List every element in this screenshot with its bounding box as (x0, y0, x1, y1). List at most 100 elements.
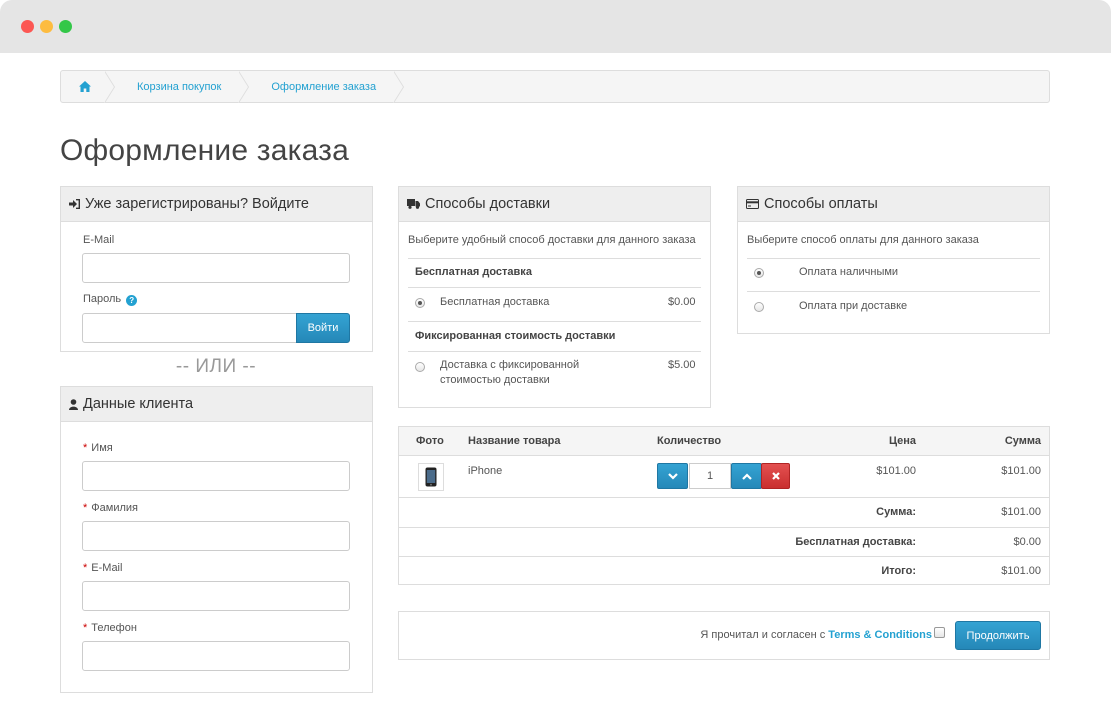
required-mark: * (83, 502, 88, 514)
payment-panel-header: Способы оплаты (738, 187, 1049, 222)
minimize-window-button[interactable] (40, 20, 53, 33)
shipping-description: Выберите удобный способ доставки для дан… (408, 234, 696, 246)
login-password-label: Пароль ? (83, 293, 138, 306)
page-title: Оформление заказа (60, 134, 349, 167)
login-email-input[interactable] (82, 253, 350, 283)
quantity-input[interactable]: 1 (689, 463, 731, 489)
divider (747, 291, 1040, 292)
payment-cod-radio[interactable] (754, 302, 764, 312)
last-name-label-text: Фамилия (91, 502, 138, 514)
col-total: Сумма (1004, 435, 1041, 447)
login-panel-header: Уже зарегистрированы? Войдите (61, 187, 372, 222)
login-panel-title: Уже зарегистрированы? Войдите (85, 196, 309, 212)
required-mark: * (83, 442, 88, 454)
window-titlebar (0, 0, 1111, 53)
item-total: $101.00 (1001, 465, 1041, 477)
login-password-label-text: Пароль (83, 293, 122, 305)
divider (399, 527, 1049, 528)
question-circle-icon[interactable]: ? (126, 295, 138, 306)
payment-panel: Способы оплаты Выберите способ оплаты дл… (737, 186, 1050, 334)
close-window-button[interactable] (21, 20, 34, 33)
phone-icon (425, 467, 437, 487)
home-icon (79, 81, 91, 92)
grand-total-value: $101.00 (1001, 565, 1041, 577)
shipping-group-flat: Фиксированная стоимость доставки (415, 330, 616, 342)
shipping-total-label: Бесплатная доставка: (795, 536, 916, 548)
subtotal-value: $101.00 (1001, 506, 1041, 518)
shipping-flat-option-line1: Доставка с фиксированной (440, 359, 580, 371)
shipping-free-price: $0.00 (668, 296, 696, 308)
divider (408, 258, 701, 259)
breadcrumb-home[interactable] (61, 71, 115, 103)
col-name: Название товара (468, 435, 561, 447)
shipping-total-value: $0.00 (1013, 536, 1041, 548)
terms-checkbox[interactable] (934, 627, 945, 638)
first-name-input[interactable] (82, 461, 350, 491)
first-name-label-text: Имя (91, 442, 113, 454)
shipping-flat-option-line2: стоимостью доставки (440, 374, 550, 386)
required-mark: * (83, 622, 88, 634)
product-thumbnail[interactable] (418, 463, 444, 491)
breadcrumb: Корзина покупок Оформление заказа (60, 70, 1050, 103)
customer-panel-header: Данные клиента (61, 387, 372, 422)
divider (747, 258, 1040, 259)
payment-description: Выберите способ оплаты для данного заказ… (747, 234, 979, 246)
remove-item-button[interactable] (761, 463, 790, 489)
payment-cash-radio[interactable] (754, 268, 764, 278)
sign-in-icon (69, 199, 80, 209)
shipping-panel: Способы доставки Выберите удобный способ… (398, 186, 711, 408)
shipping-group-free: Бесплатная доставка (415, 266, 532, 278)
continue-button[interactable]: Продолжить (955, 621, 1041, 650)
user-icon (69, 398, 78, 410)
login-password-input[interactable] (82, 313, 297, 343)
login-email-label: E-Mail (83, 234, 115, 246)
chevron-up-icon (741, 472, 752, 480)
confirm-bar: Я прочитал и согласен с Terms & Conditio… (398, 611, 1050, 660)
shipping-free-option-label: Бесплатная доставка (440, 296, 550, 308)
quantity-increase-button[interactable] (731, 463, 762, 489)
customer-email-input[interactable] (82, 581, 350, 611)
divider (408, 321, 701, 322)
cart-table: Фото Название товара Количество Цена Сум… (398, 426, 1050, 585)
breadcrumb-checkout[interactable]: Оформление заказа (247, 71, 404, 103)
chevron-down-icon (667, 472, 678, 480)
divider (399, 497, 1049, 498)
terms-link[interactable]: Terms & Conditions (828, 629, 932, 641)
quantity-decrease-button[interactable] (657, 463, 688, 489)
col-price: Цена (888, 435, 916, 447)
truck-icon (407, 199, 420, 209)
shipping-panel-header: Способы доставки (399, 187, 710, 222)
customer-panel-title: Данные клиента (83, 396, 194, 412)
login-panel: Уже зарегистрированы? Войдите E-Mail Пар… (60, 186, 373, 352)
payment-cod-label: Оплата при доставке (799, 300, 908, 312)
maximize-window-button[interactable] (59, 20, 72, 33)
login-button[interactable]: Войти (296, 313, 350, 343)
terms-agree-label: Я прочитал и согласен с (700, 629, 829, 641)
terms-agree-text: Я прочитал и согласен с Terms & Conditio… (700, 629, 932, 641)
phone-input[interactable] (82, 641, 350, 671)
shipping-flat-radio[interactable] (415, 362, 425, 372)
last-name-input[interactable] (82, 521, 350, 551)
customer-email-label-text: E-Mail (91, 562, 123, 574)
divider (399, 556, 1049, 557)
grand-total-label: Итого: (881, 565, 916, 577)
shipping-free-radio[interactable] (415, 298, 425, 308)
customer-email-label: * E-Mail (83, 562, 122, 574)
customer-panel: Данные клиента * Имя * Фамилия * E-Mail * Те… (60, 386, 373, 693)
payment-panel-title: Способы оплаты (764, 196, 878, 212)
browser-window: Корзина покупок Оформление заказа Оформл… (0, 0, 1111, 726)
or-separator: -- ИЛИ -- (175, 356, 257, 377)
col-quantity: Количество (657, 435, 722, 447)
required-mark: * (83, 562, 88, 574)
divider (408, 351, 701, 352)
last-name-label: * Фамилия (83, 502, 138, 514)
close-icon (771, 472, 780, 480)
credit-card-icon (746, 199, 759, 209)
divider (408, 287, 701, 288)
breadcrumb-cart[interactable]: Корзина покупок (113, 71, 250, 103)
product-name-link[interactable]: iPhone (468, 465, 502, 477)
phone-label-text: Телефон (91, 622, 137, 634)
shipping-panel-title: Способы доставки (425, 196, 551, 212)
col-photo: Фото (416, 435, 444, 447)
phone-label: * Телефон (83, 622, 137, 634)
